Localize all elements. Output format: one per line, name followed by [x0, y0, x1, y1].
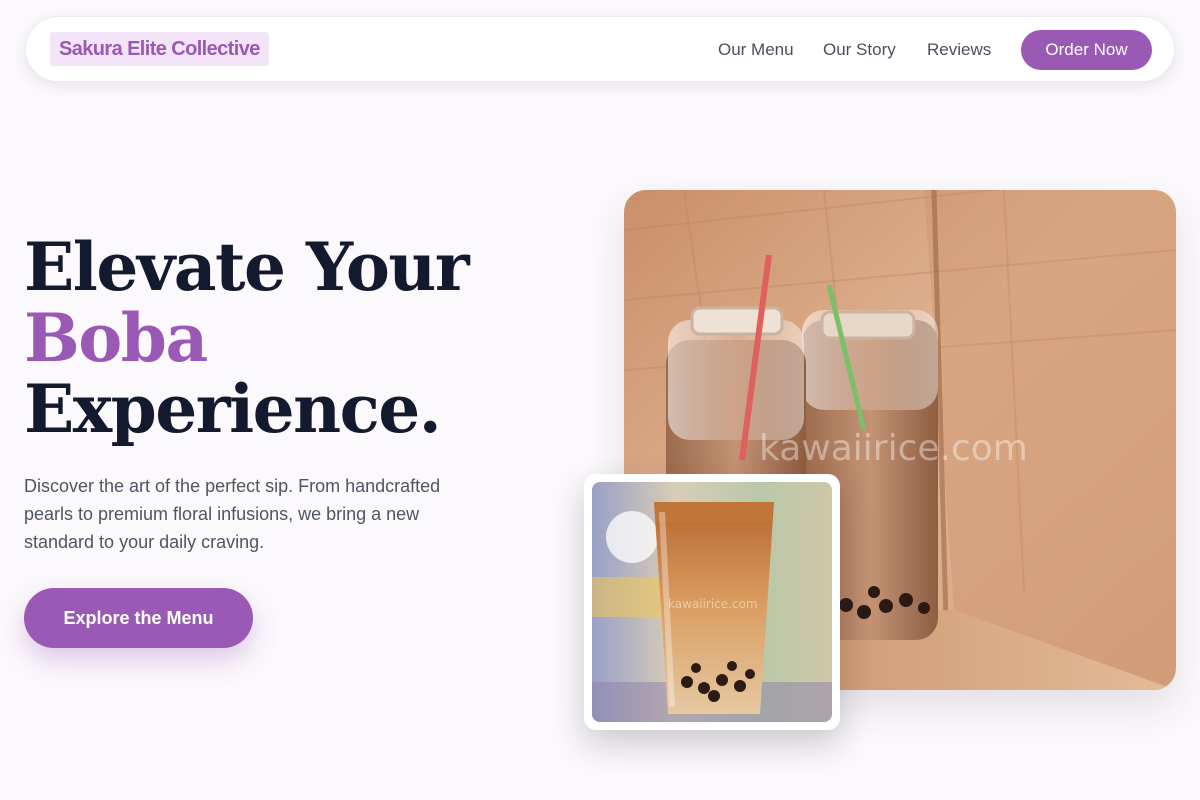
headline-accent: Boba [24, 299, 208, 377]
headline-line-3: Experience. [24, 370, 442, 448]
nav-link-reviews[interactable]: Reviews [927, 39, 991, 61]
hero-headline: Elevate Your Boba Experience. [24, 232, 544, 445]
nav-link-our-story[interactable]: Our Story [823, 39, 896, 61]
main-photo-watermark: kawaiirice.com [759, 428, 1028, 469]
inset-photo-milk-tea: kawaiirice.com [592, 482, 832, 722]
brand-logo[interactable]: Sakura Elite Collective [50, 32, 269, 66]
nav-link-our-menu[interactable]: Our Menu [718, 39, 794, 61]
explore-menu-button[interactable]: Explore the Menu [24, 588, 253, 648]
order-now-button[interactable]: Order Now [1021, 30, 1152, 70]
hero-subtext: Discover the art of the perfect sip. Fro… [24, 476, 441, 552]
navbar: Sakura Elite Collective Our Menu Our Sto… [25, 16, 1175, 82]
headline-line-1: Elevate Your [24, 228, 470, 306]
inset-photo-card: kawaiirice.com [584, 474, 840, 730]
inset-photo-watermark: kawaiirice.com [668, 597, 758, 611]
